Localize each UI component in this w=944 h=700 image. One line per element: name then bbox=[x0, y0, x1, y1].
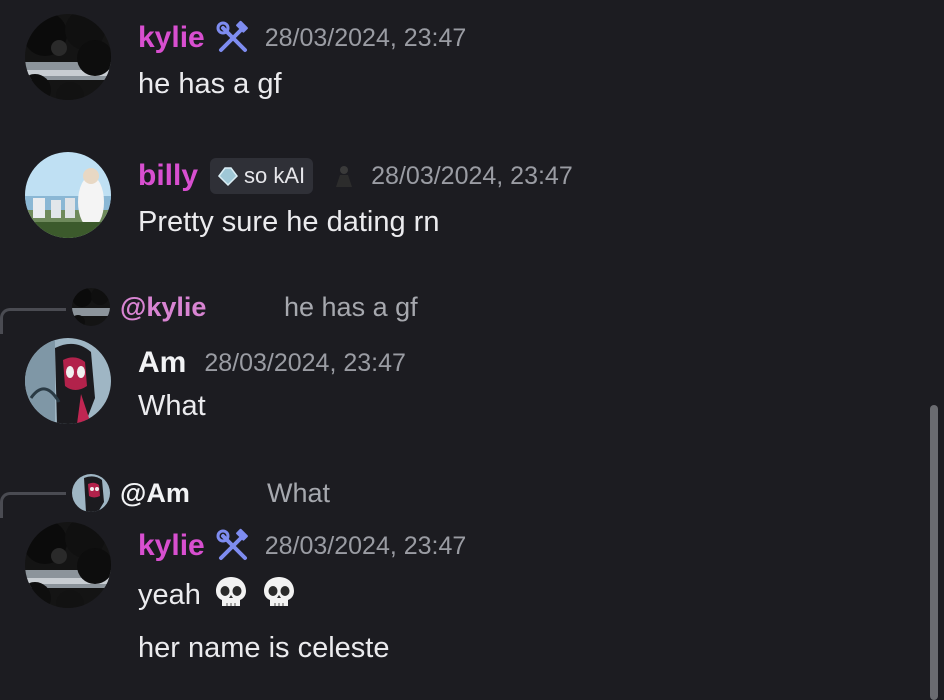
reply-mention[interactable]: @Am bbox=[120, 478, 190, 509]
message-line: yeah bbox=[138, 579, 201, 611]
message-header: kylie 28/03/2024, 23:47 bbox=[138, 528, 466, 564]
reply-connector bbox=[0, 308, 66, 334]
message-text: What bbox=[138, 390, 206, 422]
message-kylie-1: kylie 28/03/2024, 23:47 he has a gf bbox=[0, 0, 920, 130]
message-header: billy so kAI 28/03/2024, 23:47 bbox=[138, 158, 573, 194]
message-text: yeah bbox=[138, 574, 297, 612]
username[interactable]: kylie bbox=[138, 21, 205, 55]
message-billy: billy so kAI 28/03/2024, 23:47 Pretty su… bbox=[0, 140, 920, 270]
timestamp: 28/03/2024, 23:47 bbox=[371, 161, 573, 190]
message-am: @kylie he has a gf Am 28/03/2024, 23:47 … bbox=[0, 284, 920, 444]
message-text: her name is celeste bbox=[138, 632, 390, 664]
hammer-wrench-icon bbox=[216, 528, 248, 560]
avatar-kylie[interactable] bbox=[25, 522, 111, 608]
username[interactable]: Am bbox=[138, 346, 186, 380]
reply-avatar-kylie bbox=[72, 288, 110, 326]
avatar-kylie-image bbox=[25, 522, 111, 608]
avatar-kylie[interactable] bbox=[25, 14, 111, 100]
diamond-icon bbox=[218, 167, 239, 187]
reply-preview-text[interactable]: he has a gf bbox=[284, 292, 418, 323]
avatar-billy[interactable] bbox=[25, 152, 111, 238]
server-tag[interactable]: so kAI bbox=[210, 158, 314, 194]
reply-mention[interactable]: @kylie bbox=[120, 292, 206, 323]
username[interactable]: kylie bbox=[138, 529, 205, 563]
skull-emoji bbox=[264, 577, 295, 606]
message-header: Am 28/03/2024, 23:47 bbox=[138, 346, 406, 380]
server-tag-label: so kAI bbox=[244, 163, 306, 188]
reply-avatar-am-image bbox=[72, 474, 110, 512]
message-kylie-2: @Am What kylie 28/03/2024, 23:47 yeah he… bbox=[0, 470, 920, 700]
skull-emoji bbox=[215, 577, 246, 606]
timestamp: 28/03/2024, 23:47 bbox=[264, 531, 467, 560]
avatar-am-image bbox=[25, 338, 111, 424]
avatar-billy-image bbox=[25, 152, 111, 238]
message-text: he has a gf bbox=[138, 68, 282, 100]
chat-log: kylie 28/03/2024, 23:47 he has a gf bill… bbox=[0, 0, 944, 700]
scrollbar[interactable] bbox=[930, 405, 938, 700]
timestamp: 28/03/2024, 23:47 bbox=[204, 348, 406, 377]
reply-avatar-am bbox=[72, 474, 110, 512]
message-header: kylie 28/03/2024, 23:47 bbox=[138, 20, 466, 56]
hammer-wrench-icon bbox=[216, 20, 248, 52]
reply-avatar-kylie-image bbox=[72, 288, 110, 326]
timestamp: 28/03/2024, 23:47 bbox=[264, 23, 467, 52]
reply-preview-text[interactable]: What bbox=[267, 478, 330, 509]
figure-icon bbox=[336, 166, 353, 187]
reply-connector bbox=[0, 492, 66, 518]
avatar-am[interactable] bbox=[25, 338, 111, 424]
message-text: Pretty sure he dating rn bbox=[138, 206, 440, 238]
username[interactable]: billy bbox=[138, 159, 198, 193]
avatar-kylie-image bbox=[25, 14, 111, 100]
